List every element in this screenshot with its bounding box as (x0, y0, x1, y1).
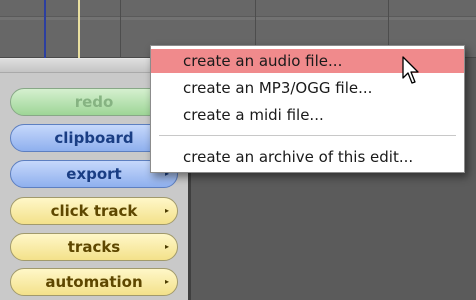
automation-button-label: automation (45, 273, 143, 291)
click-track-button[interactable]: click track ▸ (10, 197, 178, 225)
tracks-button[interactable]: tracks ▸ (10, 233, 178, 261)
submenu-arrow-icon: ▸ (164, 242, 169, 251)
submenu-arrow-icon: ▸ (164, 206, 169, 215)
menu-item-create-archive[interactable]: create an archive of this edit... (151, 145, 464, 169)
export-button-label: export (66, 165, 122, 183)
clipboard-button-label: clipboard (54, 129, 134, 147)
tracks-button-label: tracks (67, 238, 121, 256)
automation-button[interactable]: automation ▸ (10, 268, 178, 296)
timeline-divider (0, 16, 476, 17)
menu-separator (159, 135, 456, 136)
click-track-button-label: click track (50, 202, 138, 220)
redo-button-label: redo (74, 93, 114, 111)
submenu-arrow-icon: ▸ (164, 277, 169, 286)
playhead-marker[interactable] (44, 0, 46, 58)
menu-item-create-midi-file[interactable]: create a midi file... (151, 103, 464, 127)
edit-cursor-marker[interactable] (78, 0, 80, 58)
mouse-pointer-icon (402, 56, 419, 84)
timeline-gridline (120, 0, 121, 58)
